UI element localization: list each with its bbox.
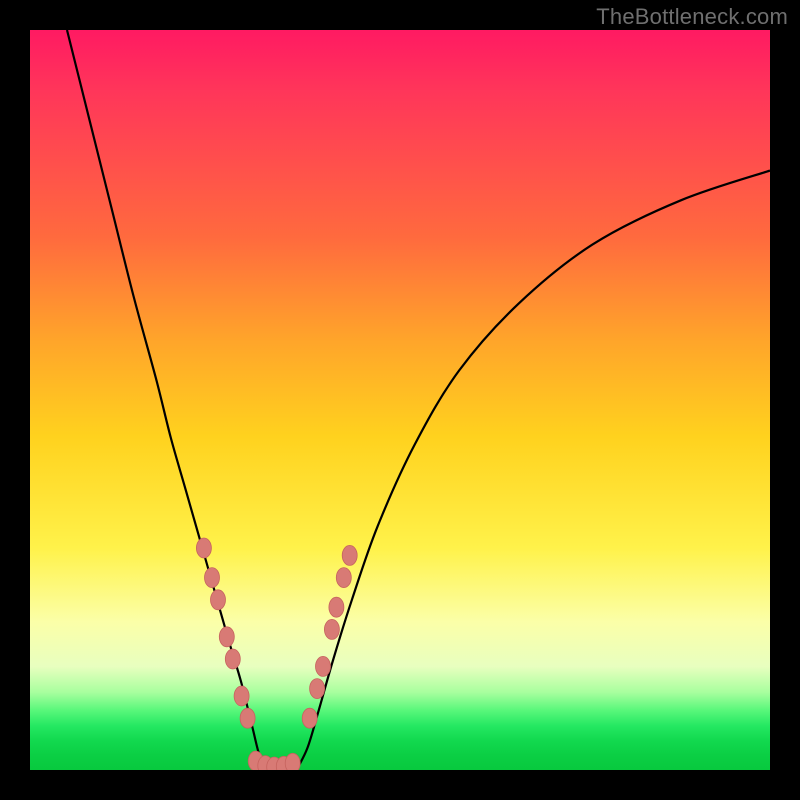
data-marker [316,656,331,676]
data-marker [329,597,344,617]
data-marker [324,619,339,639]
data-marker [302,708,317,728]
data-marker [205,568,220,588]
data-marker [219,627,234,647]
data-marker [240,708,255,728]
outer-frame: TheBottleneck.com [0,0,800,800]
plot-area [30,30,770,770]
data-marker [342,545,357,565]
curve-right-branch [296,171,770,770]
data-marker [196,538,211,558]
watermark-text: TheBottleneck.com [596,4,788,30]
data-marker [211,590,226,610]
curve-layer [30,30,770,770]
data-marker [285,753,300,770]
data-marker [310,679,325,699]
data-marker [234,686,249,706]
data-marker [336,568,351,588]
marker-group [196,538,357,770]
data-marker [225,649,240,669]
